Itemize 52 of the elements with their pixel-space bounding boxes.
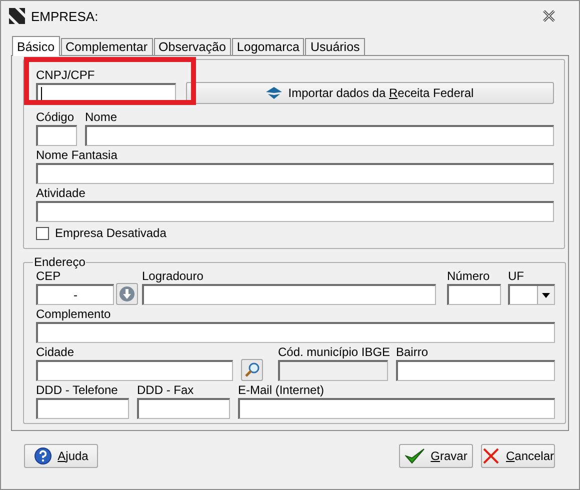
checkmark-icon (404, 447, 425, 465)
input-field[interactable] (396, 360, 555, 381)
diamond-logo-icon (266, 87, 282, 99)
field-label: CEP (36, 269, 62, 283)
cep-lookup-button[interactable] (116, 283, 138, 305)
field-label: Cidade (36, 345, 76, 359)
input-field[interactable] (85, 125, 554, 146)
help-button[interactable]: Ajuda (24, 444, 98, 468)
tab[interactable]: Básico (12, 36, 60, 56)
checkbox-label: Empresa Desativada (55, 226, 166, 240)
search-button[interactable] (241, 359, 263, 381)
import-button[interactable]: Importar dados da Receita Federal (186, 82, 554, 104)
input-field[interactable]: - (36, 284, 114, 305)
tab[interactable]: Logomarca (232, 38, 304, 56)
input-field[interactable] (36, 125, 77, 146)
input-field[interactable] (137, 398, 230, 419)
window-title: EMPRESA: (31, 8, 100, 24)
input-field[interactable] (36, 360, 233, 381)
input-field[interactable] (238, 398, 555, 419)
group-legend: Endereço (33, 255, 86, 269)
input-field[interactable] (36, 163, 554, 184)
field-label: Atividade (36, 186, 86, 200)
field-label: Complemento (36, 307, 112, 321)
input-field[interactable] (36, 398, 129, 419)
caret-icon (542, 292, 550, 298)
help-icon (34, 447, 52, 465)
field-label: CNPJ/CPF (36, 68, 96, 82)
input-field[interactable] (447, 284, 501, 305)
field-label: UF (508, 269, 525, 283)
field-label: Código (36, 110, 76, 124)
field-label: Nome (85, 110, 118, 124)
field-label: Bairro (396, 345, 430, 359)
field-label: E-Mail (Internet) (238, 383, 326, 397)
tab[interactable]: Observação (154, 38, 231, 56)
input-field[interactable] (36, 201, 554, 222)
field-label: DDD - Fax (137, 383, 195, 397)
search-icon (244, 362, 260, 378)
dropdown[interactable] (508, 284, 555, 305)
field-label: Cód. município IBGE (278, 345, 388, 359)
save-button[interactable]: Gravar (399, 444, 473, 468)
field-label: Logradouro (142, 269, 204, 283)
cancel-button[interactable]: Cancelar (481, 444, 555, 468)
tab[interactable]: Complementar (60, 38, 153, 56)
checkbox[interactable] (36, 226, 49, 240)
field-label: Número (447, 269, 491, 283)
field-label: DDD - Telefone (36, 383, 119, 397)
input-field[interactable] (36, 322, 555, 343)
input-field[interactable] (142, 284, 436, 305)
tab[interactable]: Usuários (305, 38, 365, 56)
app-logo-icon (9, 8, 25, 24)
field-label: Nome Fantasia (36, 148, 118, 162)
close-icon (482, 447, 500, 465)
